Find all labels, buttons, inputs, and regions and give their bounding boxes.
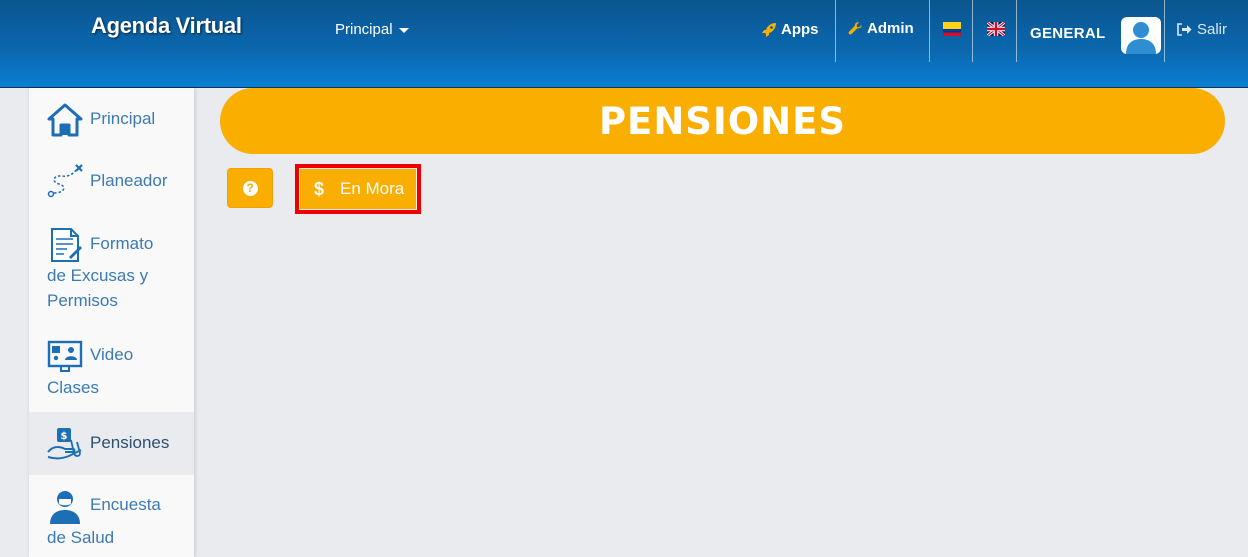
sidebar-item-label: de Salud xyxy=(47,528,115,547)
sidebar-item-label: Principal xyxy=(90,109,156,128)
wrench-icon xyxy=(848,22,862,35)
sidebar-item-label: Video xyxy=(90,345,134,364)
sidebar-item-label: de Excusas y xyxy=(47,266,149,285)
sidebar-item-principal[interactable]: Principal xyxy=(29,88,194,150)
sidebar-item-label: Planeador xyxy=(90,171,168,190)
apps-link[interactable]: Apps xyxy=(761,21,819,38)
top-navbar: Agenda Virtual Principal Apps Admin GENE… xyxy=(0,0,1248,88)
page-title: PENSIONES xyxy=(598,99,847,143)
apps-label: Apps xyxy=(781,21,819,38)
sidebar-item-formato-excusas[interactable]: Formato de Excusas y Permisos xyxy=(29,212,194,317)
sidebar-item-label: Encuesta xyxy=(90,495,161,514)
home-icon xyxy=(47,103,83,137)
nav-divider xyxy=(1164,0,1165,62)
nav-divider xyxy=(972,0,973,62)
svg-text:$: $ xyxy=(61,431,68,442)
route-map-icon xyxy=(47,164,83,198)
sidebar-item-label: Pensiones xyxy=(90,433,170,452)
sidebar-item-label: Permisos xyxy=(47,291,118,310)
nav-divider xyxy=(835,0,836,62)
logout-label: Salir xyxy=(1197,21,1228,38)
uk-flag-icon[interactable] xyxy=(987,22,1005,36)
sidebar-item-planeador[interactable]: Planeador xyxy=(29,150,194,212)
principal-menu-dropdown[interactable]: Principal xyxy=(335,21,409,38)
sidebar-item-label: Clases xyxy=(47,378,99,397)
logout-link[interactable]: Salir xyxy=(1177,21,1227,38)
app-brand[interactable]: Agenda Virtual xyxy=(91,13,242,39)
en-mora-button[interactable]: $ En Mora xyxy=(300,169,416,209)
admin-label: Admin xyxy=(867,20,914,37)
admin-link[interactable]: Admin xyxy=(848,20,914,37)
help-button[interactable]: ? xyxy=(227,168,273,208)
dollar-icon: $ xyxy=(314,178,325,199)
video-class-icon xyxy=(47,340,83,372)
nav-divider xyxy=(929,0,930,62)
nav-divider xyxy=(1016,0,1017,62)
colombia-flag-icon[interactable] xyxy=(943,22,961,36)
user-avatar-icon[interactable] xyxy=(1121,17,1161,54)
question-icon: ? xyxy=(242,180,258,196)
caret-down-icon xyxy=(398,28,409,33)
en-mora-label: En Mora xyxy=(340,179,405,198)
sidebar-item-video-clases[interactable]: Video Clases xyxy=(29,317,194,412)
sidebar-item-pensiones[interactable]: $ Pensiones xyxy=(29,412,194,475)
logout-icon xyxy=(1177,23,1192,36)
sidebar-item-label: Formato xyxy=(90,234,154,253)
user-name[interactable]: GENERAL xyxy=(1030,25,1105,42)
page-title-banner: PENSIONES xyxy=(220,88,1225,154)
document-icon xyxy=(51,228,82,262)
health-survey-icon xyxy=(50,491,80,524)
sidebar-item-encuesta-salud[interactable]: Encuesta de Salud xyxy=(29,475,194,557)
en-mora-highlight: $ En Mora xyxy=(295,164,421,214)
sidebar: Principal Planeador Formato de Excusas y… xyxy=(29,88,194,557)
payment-hand-icon: $ xyxy=(47,428,82,460)
rocket-icon xyxy=(762,22,776,37)
principal-menu-label: Principal xyxy=(335,21,393,38)
